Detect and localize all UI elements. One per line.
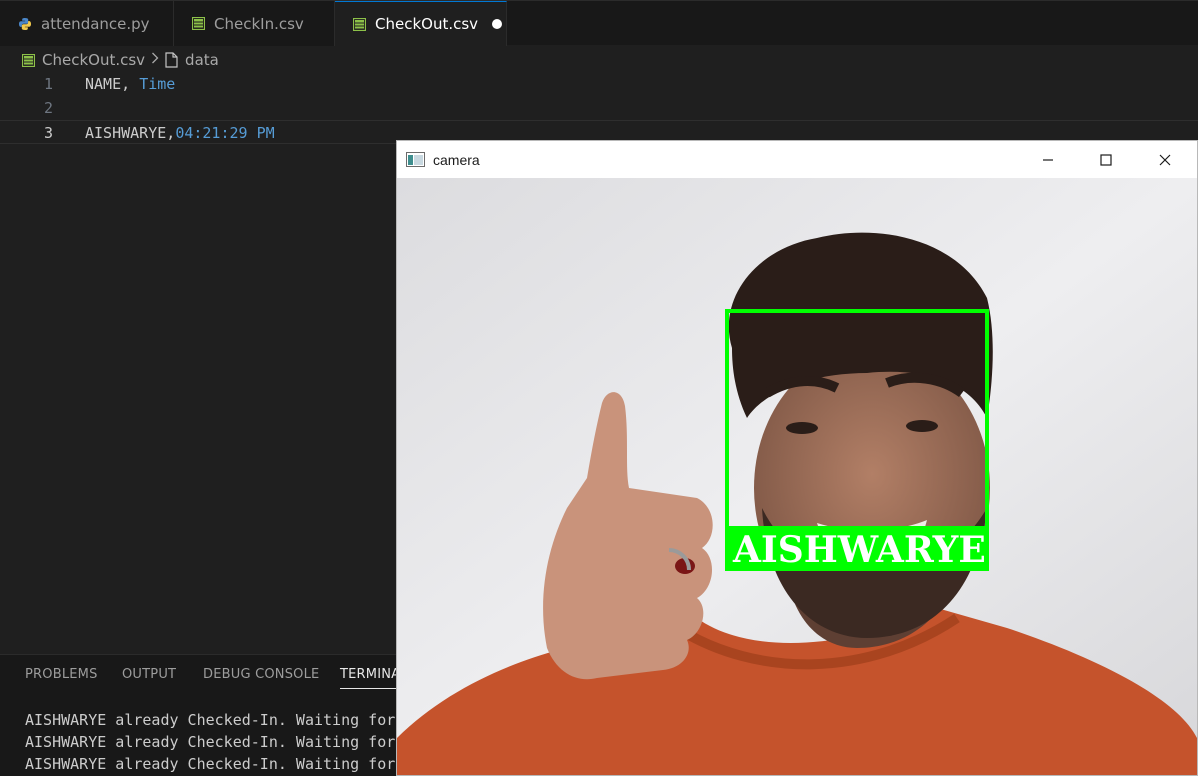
maximize-icon[interactable] — [1077, 141, 1135, 178]
terminal-line: AISHWARYE already Checked-In. Waiting fo… — [25, 733, 396, 751]
camera-window-title: camera — [433, 151, 480, 168]
table-icon — [192, 17, 205, 30]
breadcrumb-file[interactable]: CheckOut.csv — [22, 51, 145, 69]
file-icon — [165, 52, 178, 68]
tab-label: CheckIn.csv — [214, 14, 304, 33]
minimize-icon[interactable] — [1019, 141, 1077, 178]
camera-feed: AISHWARYE — [397, 178, 1197, 775]
table-icon — [22, 53, 35, 67]
camera-frame-image: AISHWARYE — [397, 178, 1197, 775]
panel-tab-terminal[interactable]: TERMINA — [340, 667, 401, 689]
python-icon — [18, 17, 32, 31]
line-number: 3 — [43, 124, 53, 142]
camera-window[interactable]: camera AISHWARYE — [396, 140, 1198, 776]
csv-field: AISHWARYE, — [85, 124, 176, 142]
tab-label: attendance.py — [41, 14, 150, 33]
tab-checkout-csv[interactable]: CheckOut.csv — [335, 1, 507, 46]
breadcrumb-symbol[interactable]: data — [165, 51, 219, 69]
line-number: 2 — [43, 99, 53, 117]
unsaved-dot-icon[interactable] — [492, 19, 503, 29]
terminal-line: AISHWARYE already Checked-In. Waiting fo… — [25, 755, 396, 773]
breadcrumb-file-label: CheckOut.csv — [42, 51, 146, 69]
window-app-icon — [406, 152, 425, 167]
csv-field: 04:21:29 PM — [175, 124, 275, 142]
csv-field: NAME, — [85, 75, 140, 93]
editor-tab-bar: attendance.py CheckIn.csv CheckOut.csv — [0, 0, 1198, 46]
breadcrumb: CheckOut.csv data — [22, 49, 219, 71]
table-icon — [353, 17, 366, 31]
tab-checkin-csv[interactable]: CheckIn.csv — [174, 1, 335, 46]
line-content: NAME, Time — [85, 72, 175, 96]
chevron-right-icon — [151, 52, 159, 68]
line-number: 1 — [43, 75, 53, 93]
csv-field: Time — [139, 75, 176, 93]
breadcrumb-symbol-label: data — [185, 51, 219, 69]
editor-line[interactable]: 2 — [0, 96, 1198, 120]
face-label: AISHWARYE — [732, 529, 986, 571]
line-content: AISHWARYE,04:21:29 PM — [85, 121, 275, 145]
terminal-line: AISHWARYE already Checked-In. Waiting fo… — [25, 711, 396, 729]
tab-label: CheckOut.csv — [375, 15, 479, 33]
panel-tab-output[interactable]: OUTPUT — [122, 667, 176, 682]
panel-tab-problems[interactable]: PROBLEMS — [25, 667, 98, 682]
panel-tab-debug-console[interactable]: DEBUG CONSOLE — [203, 667, 319, 682]
tab-attendance-py[interactable]: attendance.py — [0, 1, 174, 46]
editor-line[interactable]: 1 NAME, Time — [0, 72, 1198, 96]
camera-title-bar[interactable]: camera — [397, 141, 1197, 178]
close-icon[interactable] — [1136, 141, 1194, 178]
